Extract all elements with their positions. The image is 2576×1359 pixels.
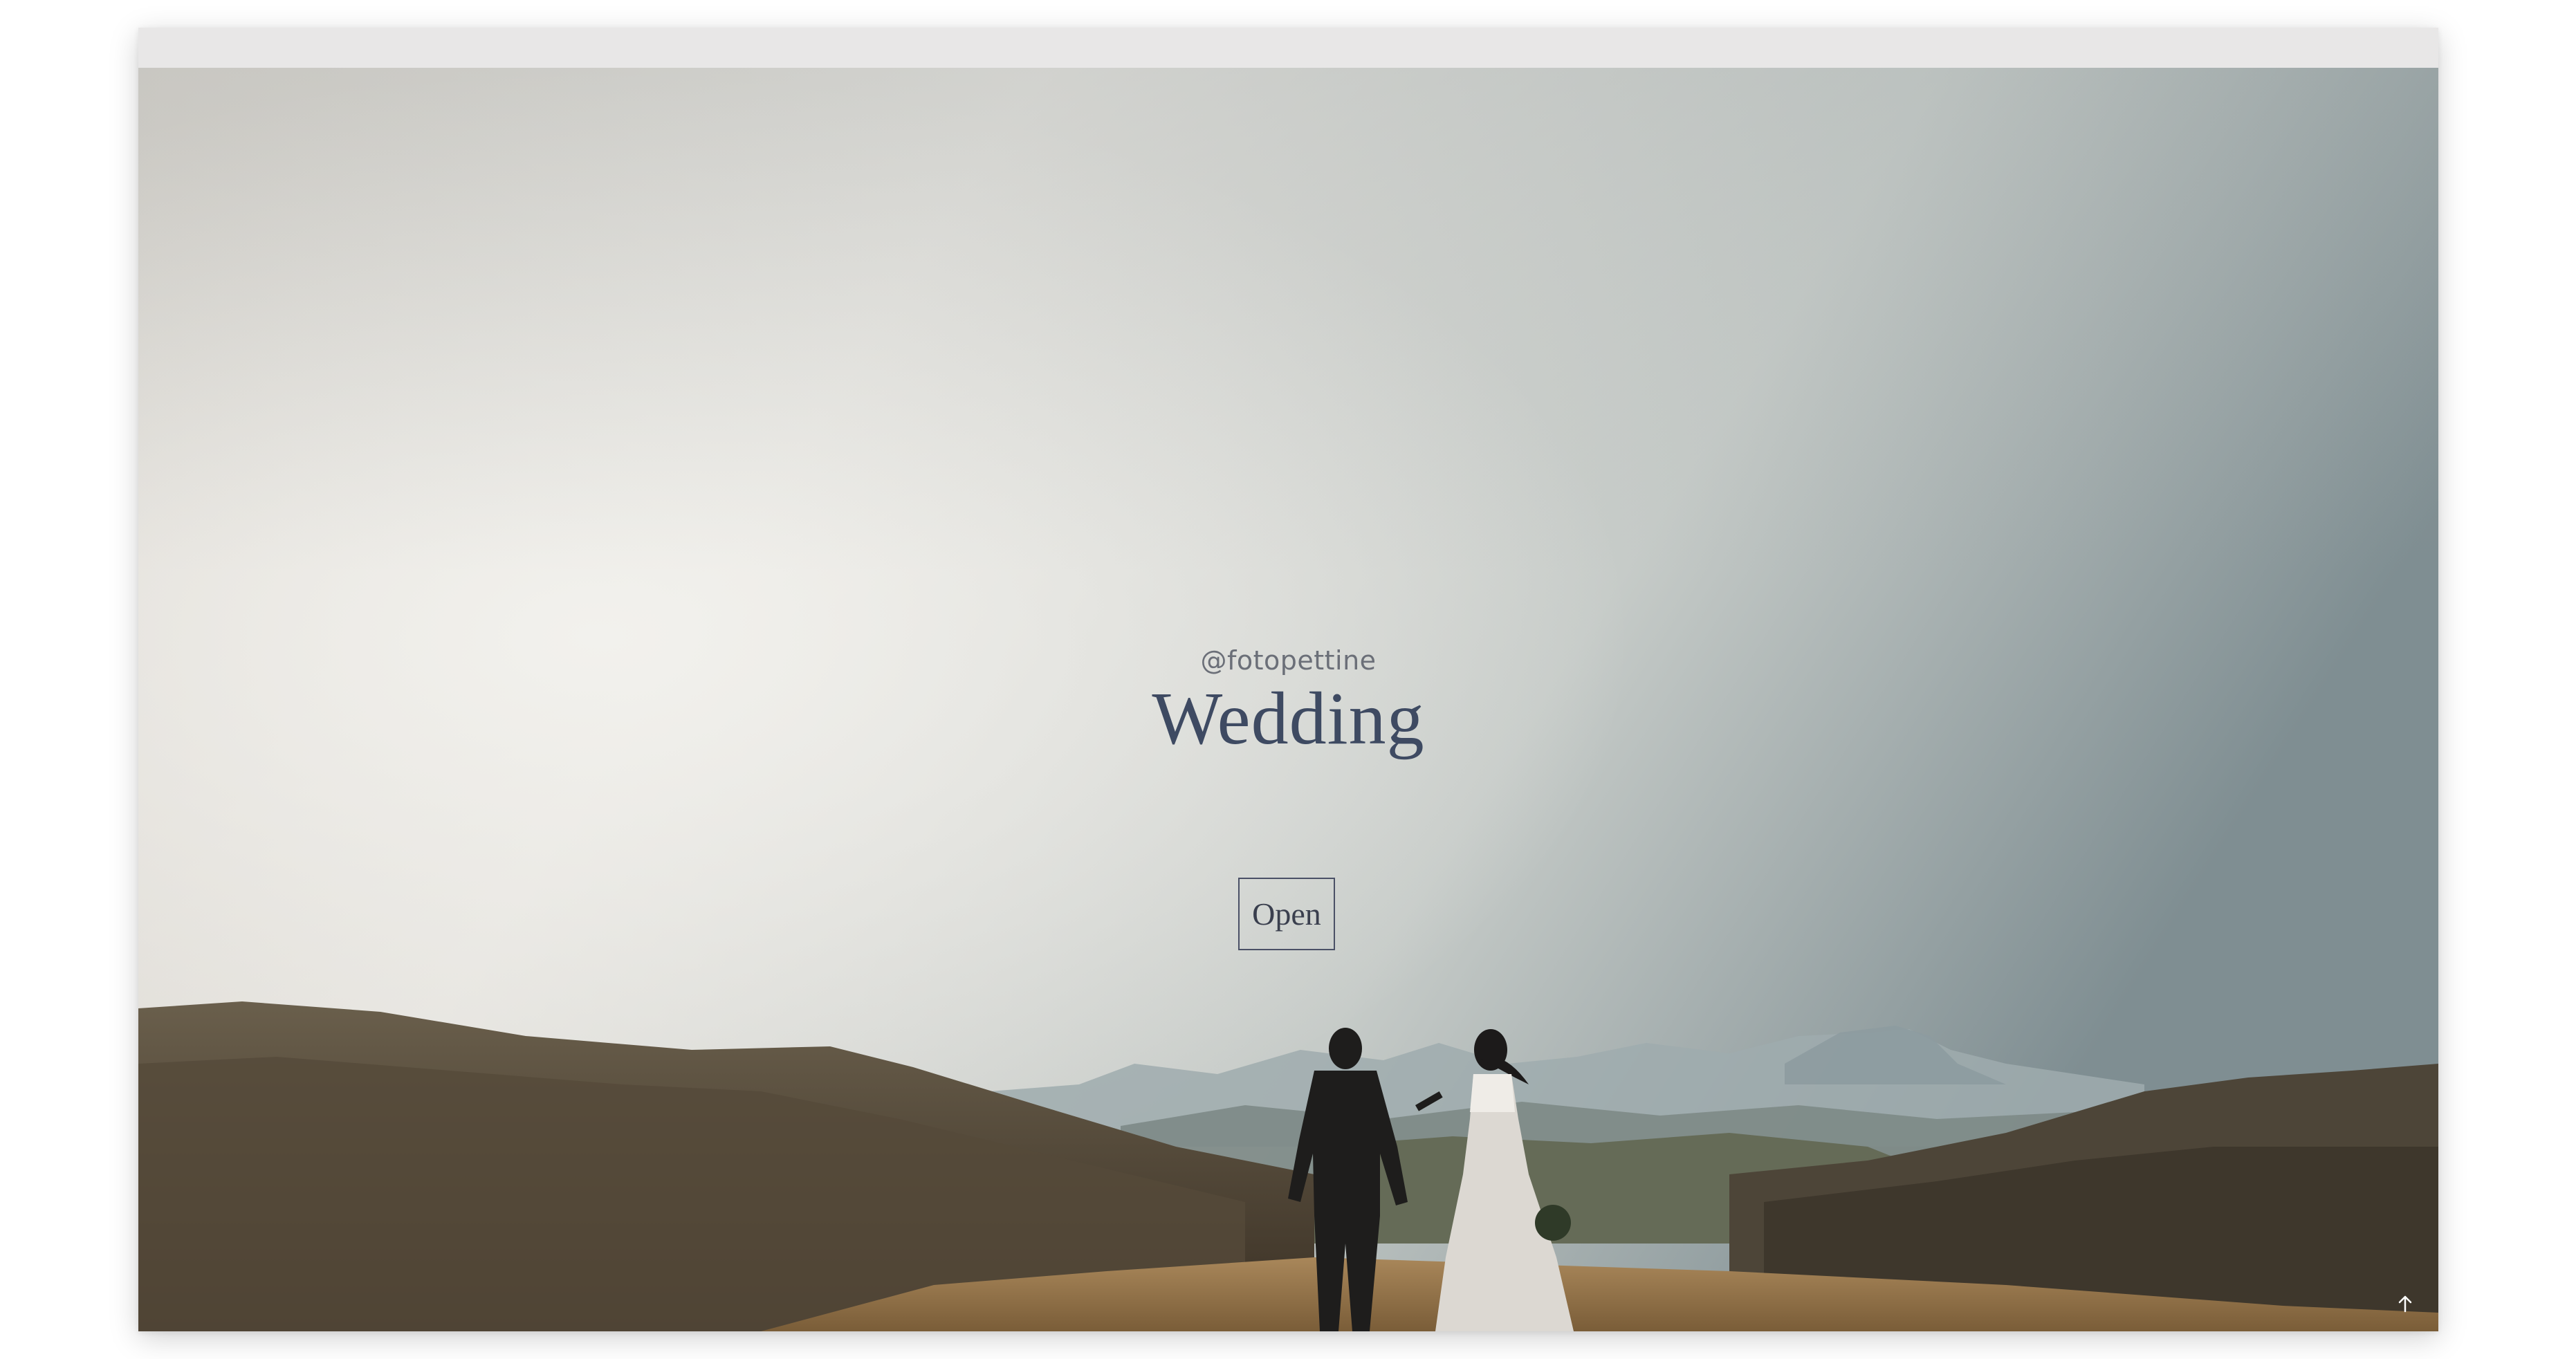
hero-section: @fotopettine Wedding Open [138, 68, 2438, 1331]
hero-overlay: @fotopettine Wedding Open [138, 68, 2438, 1331]
browser-window: @fotopettine Wedding Open [138, 28, 2438, 1331]
browser-top-bar [138, 28, 2438, 68]
arrow-up-icon [2398, 1295, 2412, 1313]
page-title: Wedding [1152, 678, 1425, 760]
open-button[interactable]: Open [1238, 878, 1335, 950]
photographer-handle: @fotopettine [1200, 645, 1377, 676]
scroll-to-top-button[interactable] [2391, 1290, 2419, 1318]
